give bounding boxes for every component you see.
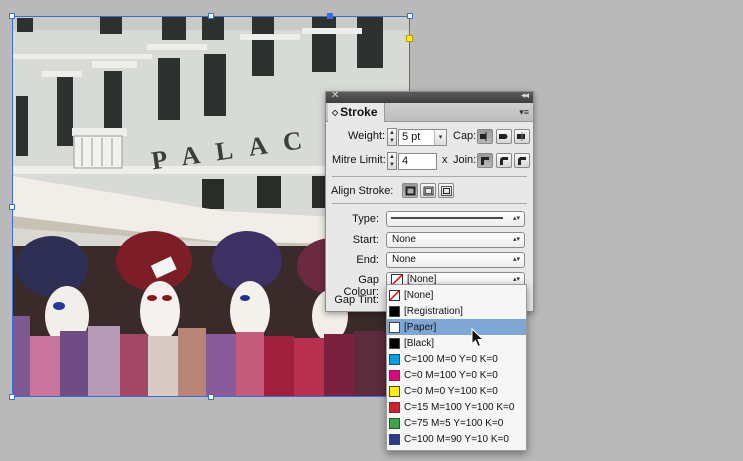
swatch-option-green[interactable]: C=75 M=5 Y=100 K=0 [387,415,526,431]
magenta-swatch-icon [389,369,400,381]
bevel-join-icon[interactable] [514,153,530,168]
red-swatch-icon [389,401,400,413]
cap-label: Cap: [453,130,477,142]
frame-handle-bottom-center[interactable] [208,394,214,400]
stroke-panel: ✕ ◂◂ ◇ Stroke ▾≡ Weight: ▲ ▼ 5 pt ▾ Cap: M… [325,90,534,312]
separator [332,203,527,204]
align-center-icon[interactable] [402,183,418,198]
panel-tab-row: ◇ Stroke ▾≡ [326,103,533,122]
registration-swatch-icon [389,305,400,317]
mouse-pointer-icon [471,328,485,348]
start-label: Start: [352,234,379,246]
end-select[interactable]: None ▴▾ [386,252,525,268]
tab-stroke-label: Stroke [340,105,378,119]
panel-menu-icon[interactable]: ▾≡ [519,107,529,118]
projecting-cap-icon[interactable] [514,129,530,144]
content-grabber-handle[interactable] [327,13,333,19]
swatch-option-yellow[interactable]: C=0 M=0 Y=100 K=0 [387,383,526,399]
swatch-option-cyan[interactable]: C=100 M=0 Y=0 K=0 [387,351,526,367]
swatch-option-magenta[interactable]: C=0 M=100 Y=0 K=0 [387,367,526,383]
chevron-updown-icon: ▴▾ [512,256,520,263]
join-label: Join: [453,154,477,166]
mitre-limit-field[interactable]: 4 [398,153,437,170]
start-select[interactable]: None ▴▾ [386,232,525,248]
cyan-swatch-icon [389,353,400,365]
frame-handle-top-left[interactable] [9,13,15,19]
tab-toggle-icon: ◇ [332,108,339,117]
swatch-option-label: [None] [404,289,434,301]
blue-swatch-icon [389,433,400,445]
yellow-swatch-icon [389,385,400,397]
align-inside-icon[interactable] [420,183,436,198]
swatch-option-label: C=15 M=100 Y=100 K=0 [404,401,515,413]
align-outside-icon[interactable] [438,183,454,198]
swatch-option-registration[interactable]: [Registration] [387,303,526,319]
frame-handle-middle-left[interactable] [9,204,15,210]
align-stroke-label: Align Stroke: [331,185,394,197]
mitre-stepper[interactable]: ▲ ▼ [387,152,397,170]
swatch-option-paper[interactable]: [Paper] [387,319,526,335]
close-icon[interactable]: ✕ [331,90,339,101]
swatch-option-label: [Registration] [404,305,463,317]
mitre-join-icon[interactable] [477,153,493,168]
chevron-updown-icon: ▴▾ [512,215,520,222]
mitre-times-label: x [442,154,448,166]
weight-label: Weight: [348,130,386,142]
collapse-icon[interactable]: ◂◂ [521,90,529,101]
solid-line-preview [391,217,503,219]
end-label: End: [356,254,379,266]
gap-tint-label: Gap Tint: [334,294,379,306]
paper-swatch-icon [389,321,400,333]
weight-stepper[interactable]: ▲ ▼ [387,128,397,146]
green-swatch-icon [389,417,400,429]
gap-colour-dropdown-list: [None] [Registration] [Paper] [Black] C=… [386,284,527,451]
swatch-option-label: [Black] [404,337,435,349]
round-join-icon[interactable] [496,153,512,168]
swatch-option-red[interactable]: C=15 M=100 Y=100 K=0 [387,399,526,415]
weight-field[interactable]: 5 pt ▾ [398,129,447,146]
start-value: None [392,234,416,245]
swatch-option-label: C=75 M=5 Y=100 K=0 [404,417,504,429]
none-swatch-icon [389,289,400,301]
swatch-option-label: [Paper] [404,321,437,333]
black-swatch-icon [389,337,400,349]
round-cap-icon[interactable] [496,129,512,144]
weight-value: 5 pt [402,131,421,143]
butt-cap-icon[interactable] [477,129,493,144]
frame-handle-top-right[interactable] [407,13,413,19]
swatch-option-none[interactable]: [None] [387,287,526,303]
swatch-option-blue[interactable]: C=100 M=90 Y=10 K=0 [387,431,526,447]
swatch-option-black[interactable]: [Black] [387,335,526,351]
frame-handle-top-center[interactable] [208,13,214,19]
mitre-limit-label: Mitre Limit: [332,154,386,166]
live-corner-handle[interactable] [406,35,413,42]
panel-title-bar[interactable]: ✕ ◂◂ [326,90,533,103]
mitre-limit-value: 4 [402,155,409,167]
swatch-option-label: C=100 M=90 Y=10 K=0 [404,433,509,445]
chevron-updown-icon: ▴▾ [512,236,520,243]
swatch-option-label: C=100 M=0 Y=0 K=0 [404,353,498,365]
swatch-option-label: C=0 M=100 Y=0 K=0 [404,369,498,381]
separator [332,176,527,177]
end-value: None [392,254,416,265]
frame-handle-bottom-left[interactable] [9,394,15,400]
type-label: Type: [352,213,379,225]
swatch-option-label: C=0 M=0 Y=100 K=0 [404,385,498,397]
weight-dropdown-icon[interactable]: ▾ [434,130,446,145]
tab-stroke[interactable]: ◇ Stroke [328,103,385,122]
type-select[interactable]: ▴▾ [386,211,525,227]
